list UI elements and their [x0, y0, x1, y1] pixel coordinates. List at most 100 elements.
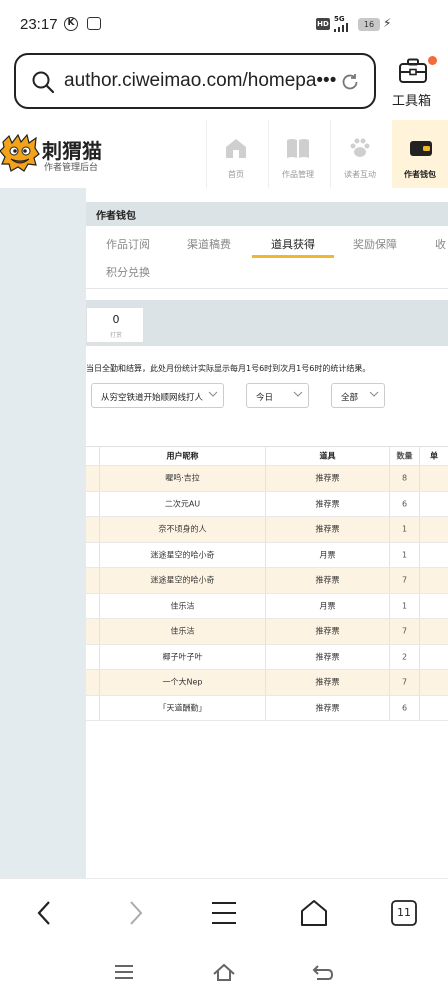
price-cell	[419, 491, 448, 516]
tab-points-exchange[interactable]: 积分兑换	[106, 264, 150, 280]
back-icon[interactable]	[30, 898, 60, 928]
row-marker	[86, 619, 99, 644]
item-name: 推荐票	[265, 670, 389, 695]
item-name: 推荐票	[265, 517, 389, 542]
table-row: 一个大Nep 推荐票 7	[86, 670, 448, 696]
url-text[interactable]: author.ciweimao.com/homepa•••	[64, 70, 336, 92]
recents-icon[interactable]	[112, 962, 136, 982]
user-nickname: 一个大Nep	[99, 670, 265, 695]
select-value: 从穷空铁道开始顺网线打人	[101, 393, 204, 403]
nav-item-home[interactable]: 首页	[206, 120, 266, 188]
chevron-down-icon	[293, 391, 303, 397]
tabs-button[interactable]: 11	[389, 898, 419, 928]
left-sidebar	[0, 188, 86, 878]
system-home-icon[interactable]	[212, 962, 236, 982]
stat-card: 0 打赏	[86, 307, 144, 343]
tab-channel-fees[interactable]: 渠道稿费	[187, 236, 231, 252]
wallet-icon	[410, 141, 432, 156]
header-cell: 单	[419, 447, 448, 465]
item-quantity: 7	[389, 670, 419, 695]
chevron-down-icon	[208, 391, 218, 397]
row-marker	[86, 670, 99, 695]
user-nickname: 佳乐洁	[99, 619, 265, 644]
header-cell: 数量	[389, 447, 419, 465]
address-bar[interactable]: author.ciweimao.com/homepa•••	[14, 53, 376, 109]
nav-item-works[interactable]: 作品管理	[268, 120, 328, 188]
row-marker	[86, 543, 99, 568]
row-marker	[86, 466, 99, 491]
notification-dot	[428, 56, 437, 65]
toolbox-icon	[399, 58, 427, 83]
user-nickname: 迷途星空的哈小奇	[99, 568, 265, 593]
user-nickname: 二次元AU	[99, 491, 265, 516]
header-cell: 道具	[265, 447, 389, 465]
status-time: 23:17	[20, 16, 58, 33]
row-marker	[86, 492, 99, 517]
nav-label: 首页	[228, 170, 244, 179]
user-nickname: 迷途星空的哈小奇	[99, 542, 265, 567]
item-quantity: 8	[389, 466, 419, 491]
price-cell	[419, 670, 448, 695]
table-row: 椰子叶子叶 推荐票 2	[86, 644, 448, 670]
search-icon	[32, 71, 54, 93]
toolbox-button[interactable]: 工具箱	[388, 56, 440, 109]
site-logo[interactable]: 刺猬猫 作者管理后台	[0, 130, 130, 180]
charging-icon: ⚡	[383, 16, 392, 30]
network-type: 5G	[334, 15, 345, 23]
tab-reward-guarantee[interactable]: 奖励保障	[353, 236, 397, 252]
price-cell	[419, 619, 448, 644]
stat-value: 0	[112, 313, 120, 326]
item-name: 推荐票	[265, 619, 389, 644]
item-quantity: 1	[389, 517, 419, 542]
tab-income[interactable]: 收	[435, 236, 446, 252]
battery-level: 16	[358, 18, 380, 31]
nav-item-wallet[interactable]: 作者钱包	[392, 120, 448, 188]
row-marker	[86, 645, 99, 670]
tab-items-received[interactable]: 道具获得	[271, 236, 315, 252]
signal-icon	[334, 23, 352, 32]
table-row: 奈不顷身的人 推荐票 1	[86, 517, 448, 543]
forward-icon[interactable]	[120, 898, 150, 928]
item-name: 月票	[265, 542, 389, 567]
item-name: 月票	[265, 593, 389, 618]
table-row: 迷途星空的哈小奇 推荐票 7	[86, 568, 448, 594]
select-value: 全部	[341, 393, 359, 403]
item-quantity: 6	[389, 695, 419, 720]
price-cell	[419, 517, 448, 542]
toolbox-label: 工具箱	[392, 94, 432, 109]
bilibili-notification-icon	[87, 17, 101, 30]
price-cell	[419, 593, 448, 618]
header-cell: 用户昵称	[99, 447, 265, 465]
hd-icon: HD	[316, 18, 330, 30]
item-name: 推荐票	[265, 491, 389, 516]
tab-subscriptions[interactable]: 作品订阅	[106, 236, 150, 252]
reload-icon[interactable]	[340, 72, 360, 92]
select-value: 今日	[256, 393, 274, 403]
user-nickname: 「天道酬勤」	[99, 695, 265, 720]
item-quantity: 1	[389, 542, 419, 567]
stat-label: 打赏	[109, 332, 122, 339]
type-select[interactable]: 全部	[331, 383, 385, 408]
divider	[86, 288, 448, 289]
date-select[interactable]: 今日	[246, 383, 309, 408]
nav-item-readers[interactable]: 读者互动	[330, 120, 390, 188]
book-select[interactable]: 从穷空铁道开始顺网线打人	[91, 383, 224, 408]
hedgehog-logo-icon	[0, 134, 40, 172]
k-notification-icon: K	[64, 17, 78, 31]
price-cell	[419, 644, 448, 669]
paw-icon	[350, 138, 370, 157]
system-back-icon[interactable]	[311, 962, 335, 982]
home-icon[interactable]	[299, 898, 329, 928]
price-cell	[419, 568, 448, 593]
status-bar: 23:17 K HD 5G 16 ⚡	[0, 0, 448, 48]
book-icon	[287, 139, 309, 158]
notice-text: 当日全勤和结算，此处月份统计实际显示每月1号6时到次月1号6时的统计结果。	[86, 364, 371, 373]
table-row: 喔呜·吉拉 推荐票 8	[86, 466, 448, 492]
section-title: 作者钱包	[96, 211, 136, 222]
item-name: 推荐票	[265, 695, 389, 720]
section-header: 作者钱包	[86, 202, 448, 226]
nav-label: 作品管理	[282, 170, 314, 179]
menu-icon[interactable]	[209, 898, 239, 928]
nav-label: 读者互动	[344, 170, 376, 179]
table-row: 迷途星空的哈小奇 月票 1	[86, 542, 448, 568]
